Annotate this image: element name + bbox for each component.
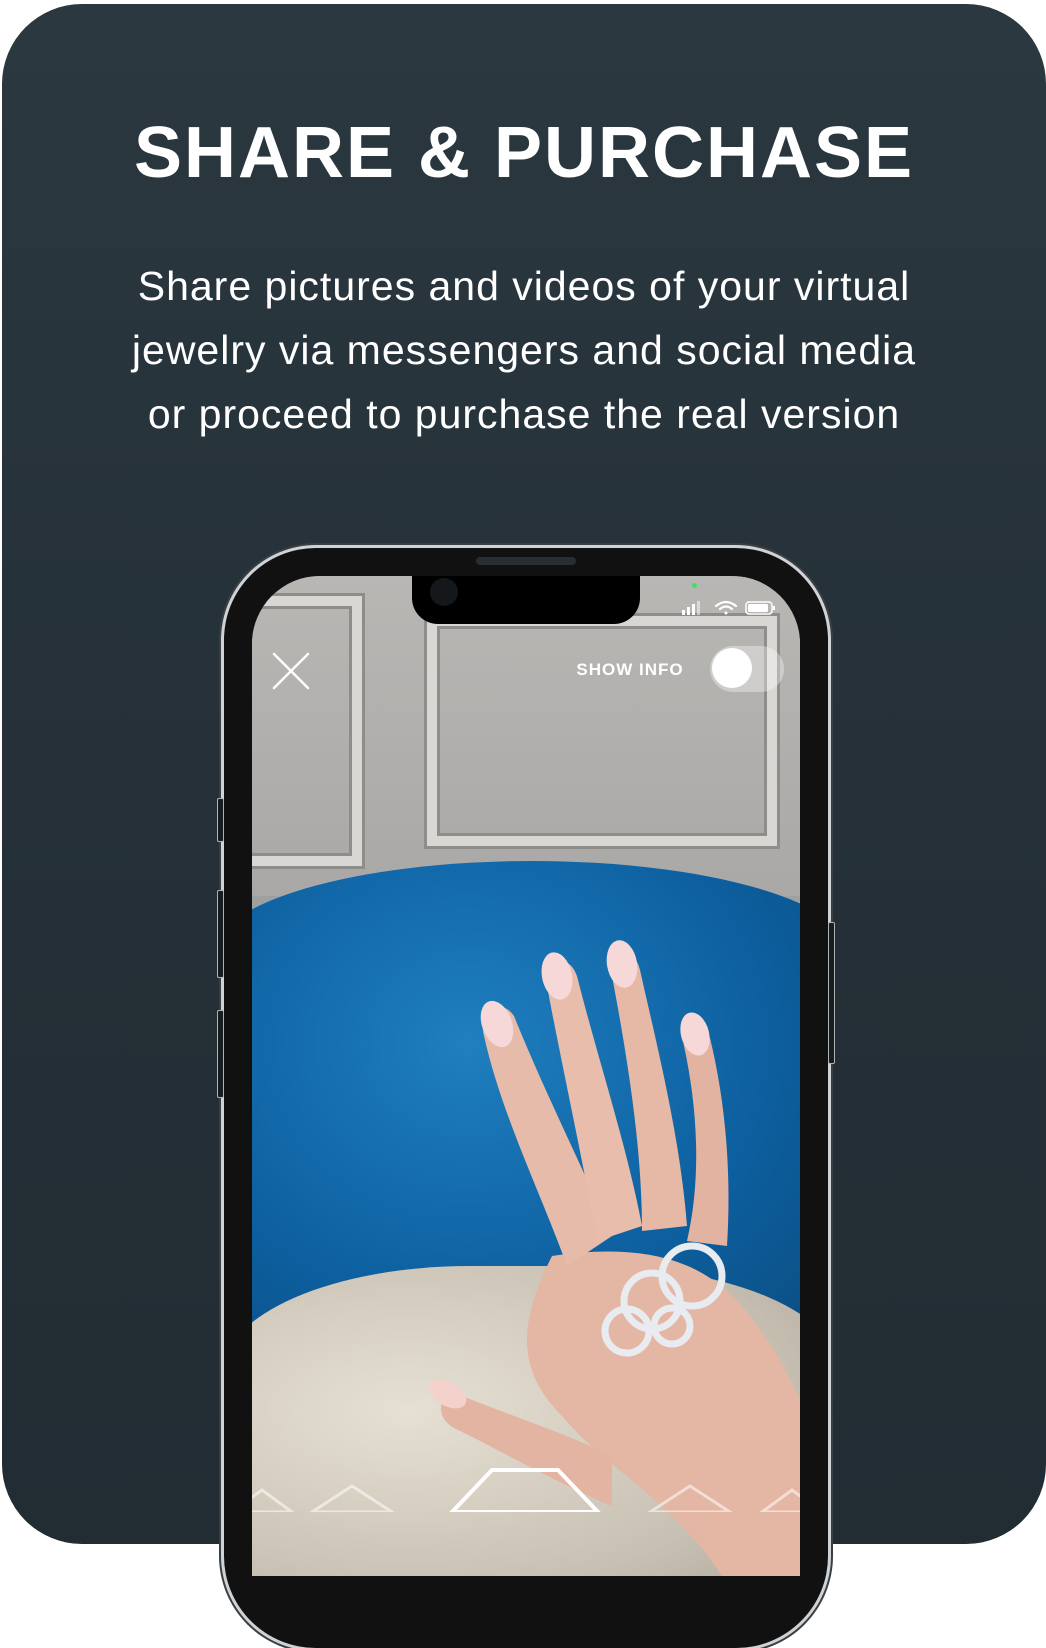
battery-icon xyxy=(745,601,775,615)
hexagon-icon xyxy=(647,1484,733,1512)
camera-indicator-dot xyxy=(692,583,697,588)
wall-panel xyxy=(252,596,362,866)
hexagon-icon xyxy=(759,1488,800,1512)
front-camera xyxy=(430,578,458,606)
status-bar xyxy=(682,600,775,615)
show-info-toggle[interactable] xyxy=(710,646,784,692)
mute-switch xyxy=(217,798,224,842)
hexagon-icon xyxy=(449,1468,601,1512)
wifi-icon xyxy=(714,600,738,615)
subtitle-line: or proceed to purchase the real version xyxy=(147,391,901,437)
power-button xyxy=(828,922,835,1064)
page-subtitle: Share pictures and videos of your virtua… xyxy=(62,254,986,446)
product-carousel xyxy=(252,1468,800,1512)
volume-down-button xyxy=(217,1010,224,1098)
show-info-label: SHOW INFO xyxy=(576,660,684,679)
hexagon-icon xyxy=(309,1484,395,1512)
phone-screen xyxy=(252,576,800,1576)
volume-up-button xyxy=(217,890,224,978)
toggle-knob xyxy=(712,648,752,688)
page-title: SHARE & PURCHASE xyxy=(133,113,915,193)
hexagon-icon xyxy=(252,1488,295,1512)
earpiece-speaker xyxy=(476,557,576,565)
close-icon[interactable] xyxy=(268,648,314,694)
subtitle-line: Share pictures and videos of your virtua… xyxy=(137,263,911,309)
signal-icon xyxy=(682,601,700,615)
subtitle-line: jewelry via messengers and social media xyxy=(131,327,917,373)
